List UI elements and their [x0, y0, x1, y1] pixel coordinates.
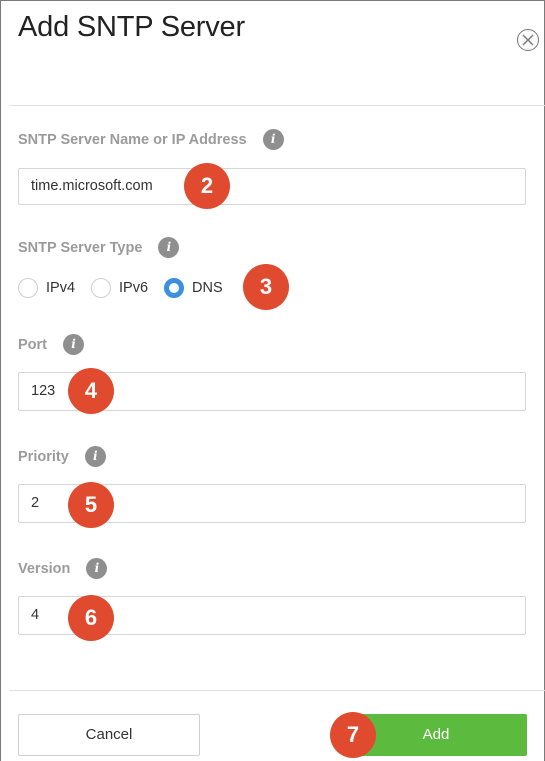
- radio-ipv6-circle[interactable]: [91, 278, 112, 298]
- port-label-row: Port i: [18, 334, 84, 355]
- info-icon[interactable]: i: [84, 446, 106, 467]
- port-label: Port: [18, 336, 47, 353]
- info-icon[interactable]: i: [86, 558, 108, 579]
- step-badge: 7: [330, 712, 376, 758]
- server-name-label: SNTP Server Name or IP Address: [18, 131, 247, 148]
- server-type-radio-group: IPv4 IPv6 DNS: [18, 277, 239, 299]
- radio-ipv6[interactable]: IPv6: [91, 278, 148, 298]
- radio-ipv6-label: IPv6: [119, 280, 149, 296]
- radio-dns-label: DNS: [192, 280, 223, 296]
- priority-label-row: Priority i: [18, 446, 106, 467]
- add-sntp-server-dialog: Add SNTP Server SNTP Server Name or IP A…: [0, 0, 545, 761]
- info-icon[interactable]: i: [158, 237, 180, 258]
- radio-dns[interactable]: DNS: [164, 278, 223, 298]
- close-icon[interactable]: [517, 29, 539, 51]
- step-badge: 4: [68, 368, 114, 414]
- info-icon[interactable]: i: [63, 334, 84, 355]
- header-divider: [9, 105, 545, 106]
- server-name-input[interactable]: time.microsoft.com: [18, 168, 526, 205]
- radio-ipv4-circle[interactable]: [18, 278, 38, 298]
- server-name-label-row: SNTP Server Name or IP Address i: [18, 129, 284, 150]
- step-badge: 2: [184, 163, 230, 209]
- info-icon[interactable]: i: [262, 129, 284, 150]
- priority-label: Priority: [18, 448, 69, 465]
- version-label-row: Version i: [18, 558, 108, 579]
- version-label: Version: [18, 560, 71, 577]
- step-badge: 3: [243, 264, 289, 310]
- cancel-button[interactable]: Cancel: [18, 714, 200, 756]
- radio-ipv4-label: IPv4: [46, 280, 76, 296]
- server-type-label-row: SNTP Server Type i: [18, 237, 180, 258]
- radio-dns-circle[interactable]: [164, 278, 185, 298]
- dialog-title: Add SNTP Server: [18, 11, 245, 43]
- server-type-label: SNTP Server Type: [18, 239, 143, 256]
- footer-divider: [9, 690, 545, 691]
- radio-ipv4[interactable]: IPv4: [18, 278, 75, 298]
- step-badge: 6: [68, 595, 114, 641]
- step-badge: 5: [68, 482, 114, 528]
